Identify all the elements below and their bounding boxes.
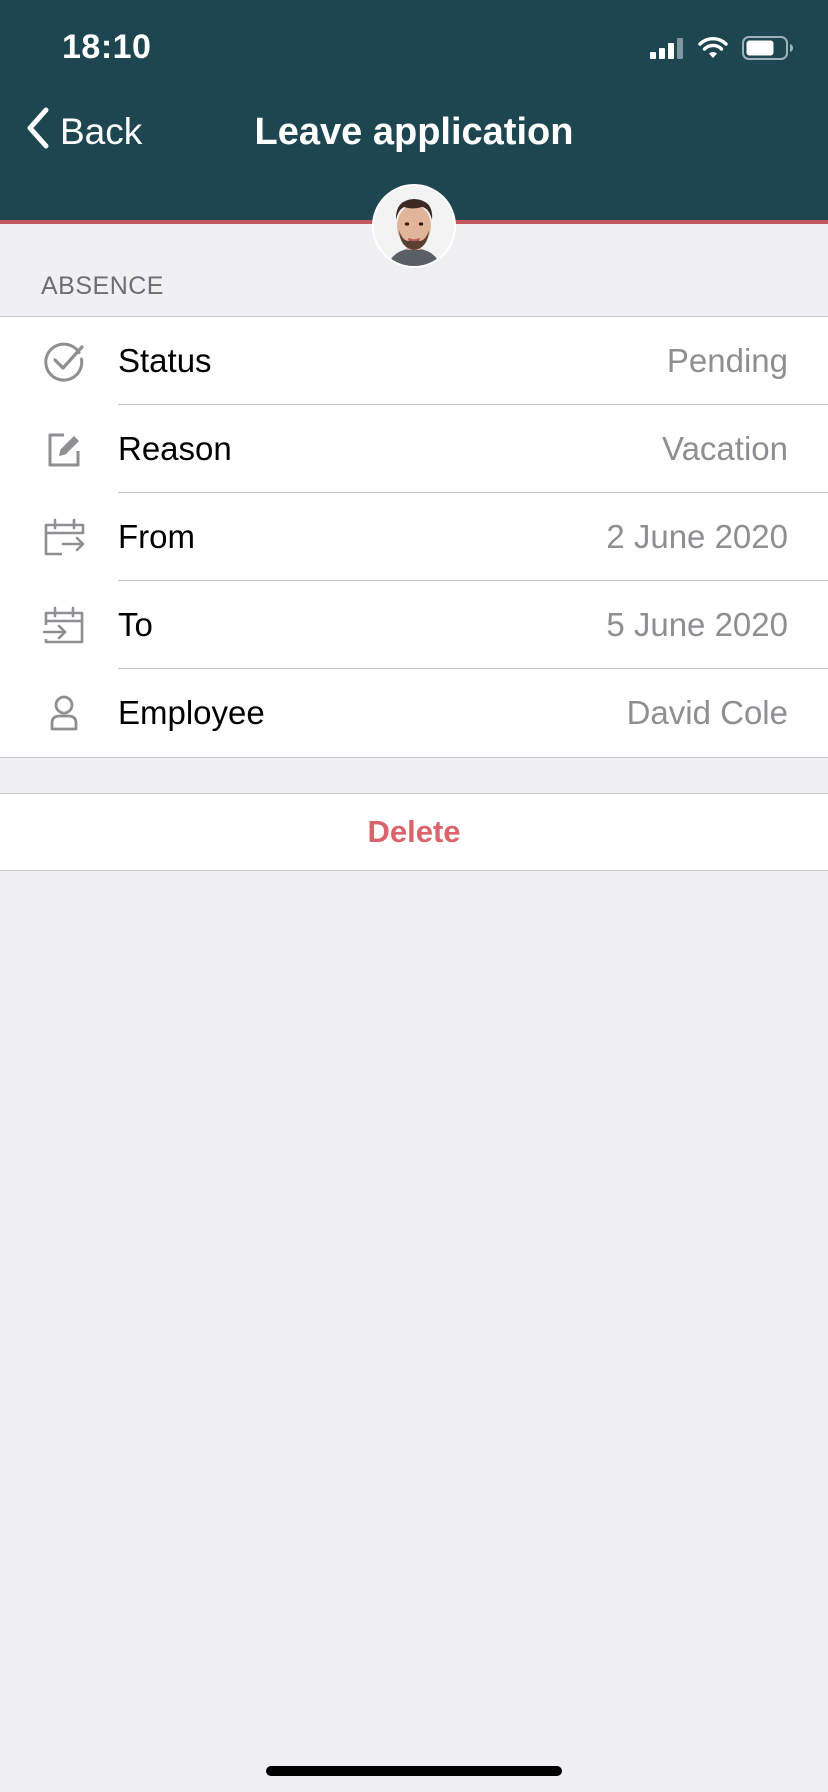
wifi-icon	[698, 36, 728, 65]
page-title: Leave application	[254, 111, 574, 153]
employee-label: Employee	[118, 694, 265, 731]
status-time: 18:10	[62, 28, 152, 66]
from-label: From	[118, 518, 195, 555]
from-row[interactable]: From 2 June 2020	[0, 493, 828, 581]
calendar-from-icon	[42, 515, 86, 559]
to-value: 5 June 2020	[606, 606, 788, 643]
battery-icon	[742, 35, 794, 65]
status-icons	[650, 35, 794, 65]
home-indicator[interactable]	[266, 1766, 562, 1776]
user-avatar[interactable]	[374, 186, 454, 266]
to-label: To	[118, 606, 153, 643]
status-value: Pending	[666, 342, 788, 379]
section-header-absence: ABSENCE	[41, 272, 164, 300]
status-label: Status	[118, 342, 212, 379]
employee-row[interactable]: Employee David Cole	[0, 669, 828, 757]
status-row[interactable]: Status Pending	[0, 317, 828, 405]
cellular-signal-icon	[650, 37, 684, 64]
employee-value: David Cole	[626, 694, 788, 731]
avatar-image	[374, 186, 454, 266]
delete-button[interactable]: Delete	[0, 793, 828, 871]
edit-icon	[42, 427, 86, 471]
reason-row[interactable]: Reason Vacation	[0, 405, 828, 493]
check-circle-icon	[42, 339, 86, 383]
absence-details-list: Status Pending Reason Vacation From 2 Ju…	[0, 316, 828, 758]
from-value: 2 June 2020	[606, 518, 788, 555]
calendar-to-icon	[42, 603, 86, 647]
person-icon	[42, 691, 86, 735]
reason-label: Reason	[118, 430, 232, 467]
reason-value: Vacation	[662, 430, 788, 467]
to-row[interactable]: To 5 June 2020	[0, 581, 828, 669]
